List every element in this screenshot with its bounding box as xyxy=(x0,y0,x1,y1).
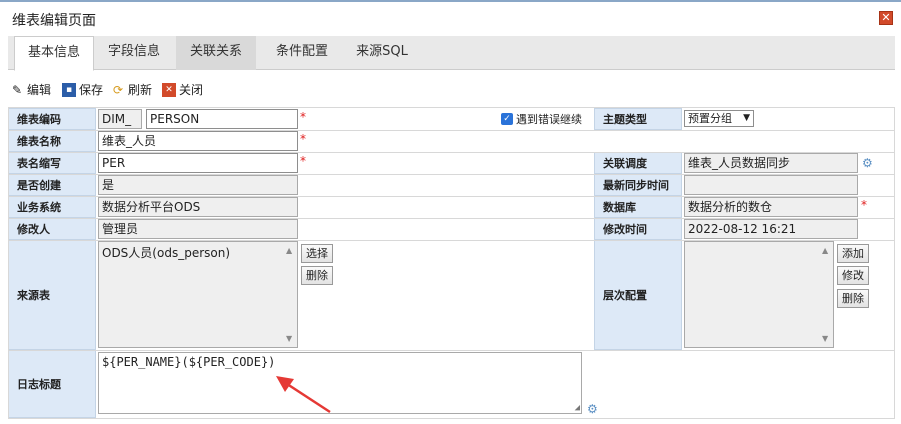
required-mark: * xyxy=(861,198,867,212)
log-title-value: ${PER_NAME}(${PER_CODE}) xyxy=(102,355,276,369)
scrollbar[interactable]: ▲ ▼ xyxy=(819,242,833,347)
theme-type-label: 主题类型 xyxy=(594,108,682,130)
resize-handle-icon[interactable]: ◢ xyxy=(575,403,580,413)
annotation-arrow xyxy=(276,376,331,414)
log-title-textarea[interactable]: ${PER_NAME}(${PER_CODE}) ◢ xyxy=(98,352,582,414)
level-add-button[interactable]: 添加 xyxy=(837,244,869,263)
modifier-field: 管理员 xyxy=(98,219,298,239)
level-config-list[interactable]: ▲ ▼ xyxy=(684,241,834,348)
name-input[interactable]: 维表_人员 xyxy=(98,131,298,151)
close-button[interactable]: ✕ 关闭 xyxy=(162,81,203,98)
scrollbar[interactable]: ▲ ▼ xyxy=(283,242,297,347)
row-divider xyxy=(8,418,895,419)
row-divider xyxy=(8,196,895,197)
tab-basic-info[interactable]: 基本信息 xyxy=(14,36,94,71)
row-divider xyxy=(8,174,895,175)
refresh-icon: ⟳ xyxy=(112,82,124,97)
source-delete-button[interactable]: 删除 xyxy=(301,266,333,285)
schedule-label: 关联调度 xyxy=(594,152,682,174)
abbr-input[interactable]: PER xyxy=(98,153,298,173)
pencil-icon: ✎ xyxy=(11,82,23,97)
row-divider xyxy=(8,218,895,219)
edit-button[interactable]: ✎ 编辑 xyxy=(10,81,51,98)
database-field: 数据分析的数仓 xyxy=(684,197,858,217)
floppy-icon: ▪ xyxy=(62,82,76,97)
scroll-up-icon[interactable]: ▲ xyxy=(286,246,292,255)
biz-system-field: 数据分析平台ODS xyxy=(98,197,298,217)
refresh-label: 刷新 xyxy=(128,83,153,97)
log-title-picker-icon[interactable]: ⚙ xyxy=(587,402,598,416)
required-mark: * xyxy=(300,110,306,124)
refresh-button[interactable]: ⟳ 刷新 xyxy=(111,81,152,98)
continue-on-error-checkbox[interactable]: ✓ 遇到错误继续 xyxy=(501,111,582,127)
tab-bar: 基本信息 字段信息 关联关系 条件配置 来源SQL xyxy=(8,36,895,71)
log-title-label: 日志标题 xyxy=(8,350,96,418)
row-divider xyxy=(8,240,895,241)
tab-source-sql[interactable]: 来源SQL xyxy=(342,36,422,70)
sync-time-field xyxy=(684,175,858,195)
scroll-down-icon[interactable]: ▼ xyxy=(822,334,828,343)
continue-on-error-label: 遇到错误继续 xyxy=(516,113,582,126)
required-mark: * xyxy=(300,154,306,168)
form-left-border xyxy=(8,107,9,419)
dialog-titlebar: 维表编辑页面 ✕ xyxy=(0,0,901,34)
created-label: 是否创建 xyxy=(8,174,96,196)
save-label: 保存 xyxy=(79,83,104,97)
schedule-picker-icon[interactable]: ⚙ xyxy=(862,156,873,170)
modtime-label: 修改时间 xyxy=(594,218,682,240)
source-table-item[interactable]: ODS人员(ods_person) xyxy=(102,244,294,261)
created-field: 是 xyxy=(98,175,298,195)
checkbox-checked-icon: ✓ xyxy=(501,113,513,125)
row-divider xyxy=(8,130,895,131)
code-input[interactable]: PERSON xyxy=(146,109,298,129)
row-divider xyxy=(8,152,895,153)
level-delete-button[interactable]: 删除 xyxy=(837,289,869,308)
dialog-title: 维表编辑页面 xyxy=(12,13,96,29)
close-label: 关闭 xyxy=(179,83,204,97)
sync-time-label: 最新同步时间 xyxy=(594,174,682,196)
required-mark: * xyxy=(300,132,306,146)
edit-label: 编辑 xyxy=(27,83,52,97)
level-config-label: 层次配置 xyxy=(594,240,682,350)
modifier-label: 修改人 xyxy=(8,218,96,240)
source-select-button[interactable]: 选择 xyxy=(301,244,333,263)
close-icon: ✕ xyxy=(162,82,176,97)
chevron-down-icon: ▼ xyxy=(743,113,750,123)
database-label: 数据库 xyxy=(594,196,682,218)
schedule-field: 维表_人员数据同步 xyxy=(684,153,858,173)
tab-fields[interactable]: 字段信息 xyxy=(98,36,170,70)
row-divider xyxy=(8,350,895,351)
tab-conditions[interactable]: 条件配置 xyxy=(262,36,342,70)
code-prefix-field: DIM_ xyxy=(98,109,142,129)
scroll-up-icon[interactable]: ▲ xyxy=(822,246,828,255)
theme-type-select[interactable]: 预置分组 ▼ xyxy=(684,110,754,127)
theme-type-value: 预置分组 xyxy=(688,112,732,125)
modtime-field: 2022-08-12 16:21 xyxy=(684,219,858,239)
name-label: 维表名称 xyxy=(8,130,96,152)
tab-relations[interactable]: 关联关系 xyxy=(176,36,256,70)
biz-system-label: 业务系统 xyxy=(8,196,96,218)
close-icon[interactable]: ✕ xyxy=(879,11,893,25)
abbr-label: 表名缩写 xyxy=(8,152,96,174)
code-label: 维表编码 xyxy=(8,108,96,130)
save-button[interactable]: ▪ 保存 xyxy=(62,81,103,98)
scroll-down-icon[interactable]: ▼ xyxy=(286,334,292,343)
source-table-label: 来源表 xyxy=(8,240,96,350)
level-edit-button[interactable]: 修改 xyxy=(837,266,869,285)
form-top-border xyxy=(8,107,895,108)
source-table-list[interactable]: ODS人员(ods_person) ▲ ▼ xyxy=(98,241,298,348)
form-right-border xyxy=(894,107,895,419)
